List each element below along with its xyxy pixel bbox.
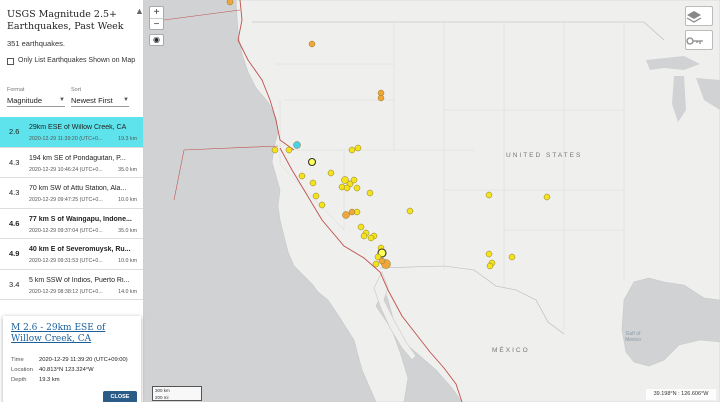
earthquake-marker[interactable] bbox=[508, 253, 516, 261]
location-value: 40.813°N 123.324°W bbox=[39, 367, 94, 373]
locate-icon[interactable]: ◉ bbox=[149, 34, 164, 46]
depth: 10.0 km bbox=[118, 197, 137, 203]
earthquake-marker[interactable] bbox=[485, 250, 493, 258]
earthquake-marker[interactable] bbox=[343, 184, 351, 192]
magnitude: 4.6 bbox=[9, 218, 20, 228]
earthquake-marker[interactable] bbox=[327, 169, 335, 177]
depth: 35.0 km bbox=[118, 166, 137, 173]
place: 70 km SW of Attu Station, Ala... bbox=[29, 185, 127, 192]
earthquake-marker[interactable] bbox=[312, 192, 320, 200]
earthquake-marker[interactable] bbox=[354, 144, 362, 152]
key-icon[interactable] bbox=[685, 30, 713, 50]
earthquake-marker[interactable] bbox=[298, 172, 306, 180]
list-item[interactable]: 4.6 77 km S of Waingapu, Indone... 2020-… bbox=[0, 209, 143, 239]
map[interactable]: + − ◉ UNITED STATES MÉXICO Gulf of Mexic… bbox=[144, 0, 720, 402]
list-item[interactable]: 3.4 5 km SSW of Indios, Puerto Ri... 202… bbox=[0, 270, 143, 300]
place: 5 km SSW of Indios, Puerto Ri... bbox=[29, 276, 130, 284]
place: 194 km SE of Pondaguitan, P... bbox=[29, 154, 126, 162]
earthquake-marker[interactable] bbox=[353, 184, 361, 192]
scale-mi: 200 mi bbox=[155, 395, 169, 400]
checkbox-box[interactable] bbox=[7, 58, 14, 65]
earthquake-marker[interactable] bbox=[342, 211, 350, 219]
depth: 10.0 km bbox=[118, 258, 137, 264]
earthquake-marker[interactable] bbox=[309, 179, 317, 187]
earthquake-marker[interactable] bbox=[348, 208, 356, 216]
earthquake-marker[interactable] bbox=[271, 146, 279, 154]
time: 2020-12-29 09:47:25 (UTC+0... bbox=[29, 197, 103, 203]
zoom-in-button[interactable]: + bbox=[150, 7, 163, 19]
earthquake-marker[interactable] bbox=[226, 0, 234, 6]
popup-title-link[interactable]: M 2.6 - 29km ESE of Willow Creek, CA bbox=[11, 323, 135, 345]
depth: 35.0 km bbox=[118, 227, 137, 234]
magnitude: 4.3 bbox=[9, 188, 20, 197]
chevron-down-icon: ▼ bbox=[59, 97, 65, 103]
page-title: USGS Magnitude 2.5+ Earthquakes, Past We… bbox=[7, 9, 124, 32]
earthquake-marker[interactable] bbox=[307, 157, 317, 167]
time: 2020-12-29 11:39:20 (UTC+0... bbox=[29, 136, 103, 142]
depth-label: Depth bbox=[11, 377, 27, 383]
time-label: Time bbox=[11, 357, 24, 363]
layers-icon[interactable] bbox=[685, 6, 713, 26]
earthquake-marker[interactable] bbox=[372, 260, 380, 268]
earthquake-popup: M 2.6 - 29km ESE of Willow Creek, CA Tim… bbox=[3, 316, 141, 402]
scale-bar: 300 km 200 mi bbox=[152, 386, 202, 401]
earthquake-marker[interactable] bbox=[366, 189, 374, 197]
place: 29km ESE of Willow Creek, CA bbox=[29, 124, 127, 131]
sort-value: Newest First bbox=[71, 95, 113, 105]
time: 2020-12-29 09:31:53 (UTC+0... bbox=[29, 258, 103, 264]
close-button[interactable]: CLOSE bbox=[103, 391, 137, 402]
location-label: Location bbox=[11, 367, 33, 373]
earthquake-marker[interactable] bbox=[308, 40, 316, 48]
time: 2020-12-29 09:37:04 (UTC+0... bbox=[29, 227, 103, 234]
earthquake-marker[interactable] bbox=[485, 191, 493, 199]
earthquake-marker[interactable] bbox=[318, 201, 326, 209]
magnitude: 4.3 bbox=[9, 157, 20, 167]
time: 2020-12-29 10:46:24 (UTC+0... bbox=[29, 166, 103, 173]
earthquake-marker[interactable] bbox=[543, 193, 551, 201]
list-item[interactable]: 4.3 194 km SE of Pondaguitan, P... 2020-… bbox=[0, 148, 143, 178]
earthquake-marker[interactable] bbox=[285, 146, 293, 154]
earthquake-marker[interactable] bbox=[350, 176, 358, 184]
depth-value: 19.3 km bbox=[39, 377, 60, 383]
chevron-down-icon: ▼ bbox=[123, 97, 129, 103]
format-label: Format bbox=[7, 87, 25, 93]
label-gulf-of-mexico: Gulf of Mexico bbox=[625, 331, 641, 343]
label-united-states: UNITED STATES bbox=[506, 152, 583, 159]
format-select[interactable]: Magnitude ▼ bbox=[7, 94, 65, 107]
zoom-out-button[interactable]: − bbox=[150, 19, 163, 31]
list-item[interactable]: 2.6 29km ESE of Willow Creek, CA 2020-12… bbox=[0, 117, 143, 148]
magnitude: 4.9 bbox=[9, 249, 20, 258]
earthquake-list: 2.6 29km ESE of Willow Creek, CA 2020-12… bbox=[0, 117, 143, 300]
earthquake-marker[interactable] bbox=[406, 207, 414, 215]
list-item[interactable]: 4.9 40 km E of Severomuysk, Ru... 2020-1… bbox=[0, 239, 143, 270]
cursor-coordinates: 39.198°N : 126.606°W bbox=[646, 389, 716, 400]
depth: 14.0 km bbox=[118, 288, 137, 295]
sort-select[interactable]: Newest First ▼ bbox=[71, 94, 129, 107]
earthquake-marker[interactable] bbox=[360, 232, 368, 240]
only-list-shown-checkbox[interactable]: Only List Earthquakes Shown on Map bbox=[7, 56, 137, 66]
format-value: Magnitude bbox=[7, 95, 43, 105]
magnitude: 3.4 bbox=[9, 279, 20, 289]
time-value: 2020-12-29 11:39:20 (UTC+09:00) bbox=[39, 357, 128, 363]
checkbox-label: Only List Earthquakes Shown on Map bbox=[18, 57, 136, 64]
earthquake-marker[interactable] bbox=[357, 223, 365, 231]
earthquake-marker[interactable] bbox=[293, 141, 301, 149]
earthquake-marker[interactable] bbox=[377, 94, 385, 102]
scale-km: 300 km bbox=[155, 388, 170, 393]
place: 40 km E of Severomuysk, Ru... bbox=[29, 246, 131, 253]
earthquake-marker[interactable] bbox=[348, 146, 356, 154]
place: 77 km S of Waingapu, Indone... bbox=[29, 215, 132, 223]
earthquake-count: 351 earthquakes. bbox=[7, 39, 65, 48]
earthquake-marker[interactable] bbox=[486, 262, 494, 270]
list-item[interactable]: 4.3 70 km SW of Attu Station, Ala... 202… bbox=[0, 178, 143, 209]
earthquake-marker[interactable] bbox=[378, 257, 386, 265]
depth: 19.3 km bbox=[118, 136, 137, 142]
magnitude: 2.6 bbox=[9, 127, 20, 136]
sort-label: Sort bbox=[71, 87, 82, 93]
zoom-control[interactable]: + − bbox=[149, 6, 164, 30]
time: 2020-12-29 08:38:12 (UTC+0... bbox=[29, 288, 103, 295]
collapse-sidebar-button[interactable]: ▲▼ bbox=[135, 6, 143, 28]
label-mexico: MÉXICO bbox=[492, 347, 530, 354]
earthquake-marker[interactable] bbox=[367, 234, 375, 242]
